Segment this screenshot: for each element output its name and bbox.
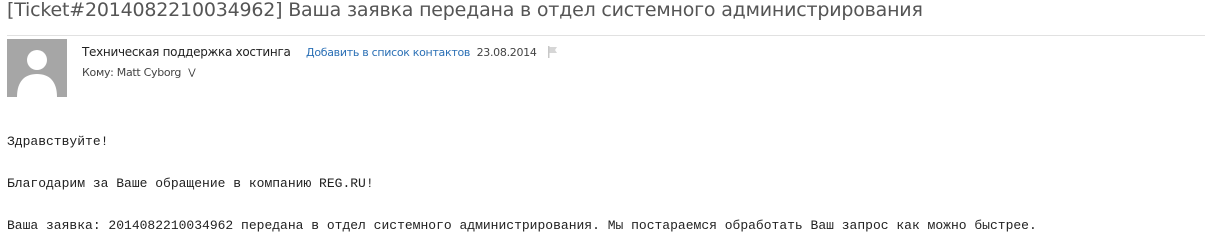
recipient-text: Кому: Matt Cyborg — [82, 66, 182, 79]
flag-icon[interactable] — [548, 46, 558, 62]
sent-date: 23.08.2014 — [476, 46, 537, 59]
email-subject: [Ticket#2014082210034962] Ваша заявка пе… — [7, 0, 923, 21]
avatar-placeholder-icon — [7, 39, 67, 97]
body-thanks: Благодарим за Ваше обращение в компанию … — [7, 176, 374, 191]
sender-name[interactable]: Техническая поддержка хостинга — [82, 45, 291, 59]
add-to-contacts-link[interactable]: Добавить в список контактов — [306, 46, 470, 59]
recipient-line: Кому: Matt Cyborg ⋁ — [82, 65, 196, 82]
sender-line: Техническая поддержка хостинга Добавить … — [82, 44, 558, 62]
sender-avatar — [7, 39, 67, 97]
body-greeting: Здравствуйте! — [7, 134, 109, 149]
chevron-down-icon[interactable]: ⋁ — [188, 65, 195, 81]
header-divider — [7, 35, 1205, 36]
body-ticket-info: Ваша заявка: 2014082210034962 передана в… — [7, 218, 1037, 233]
